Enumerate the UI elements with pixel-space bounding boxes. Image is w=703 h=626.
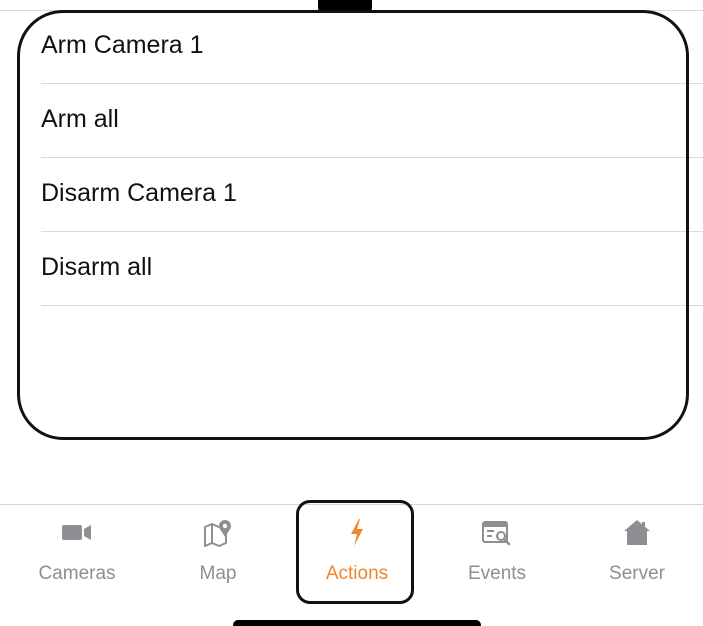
home-indicator: [233, 620, 481, 626]
actions-list-highlight-frame: [17, 10, 689, 440]
event-search-icon: [480, 517, 514, 547]
tab-label: Server: [609, 563, 665, 584]
tab-label: Cameras: [38, 563, 116, 584]
map-pin-icon: [201, 517, 235, 547]
tab-map[interactable]: Map: [163, 505, 273, 595]
tab-label: Map: [199, 563, 237, 584]
video-camera-icon: [60, 517, 94, 547]
tab-server[interactable]: Server: [582, 505, 692, 595]
actions-tab-highlight-frame: [296, 500, 414, 604]
tab-label: Events: [467, 563, 527, 584]
tab-events[interactable]: Events: [442, 505, 552, 595]
tab-cameras[interactable]: Cameras: [22, 505, 132, 595]
home-icon: [620, 517, 654, 547]
